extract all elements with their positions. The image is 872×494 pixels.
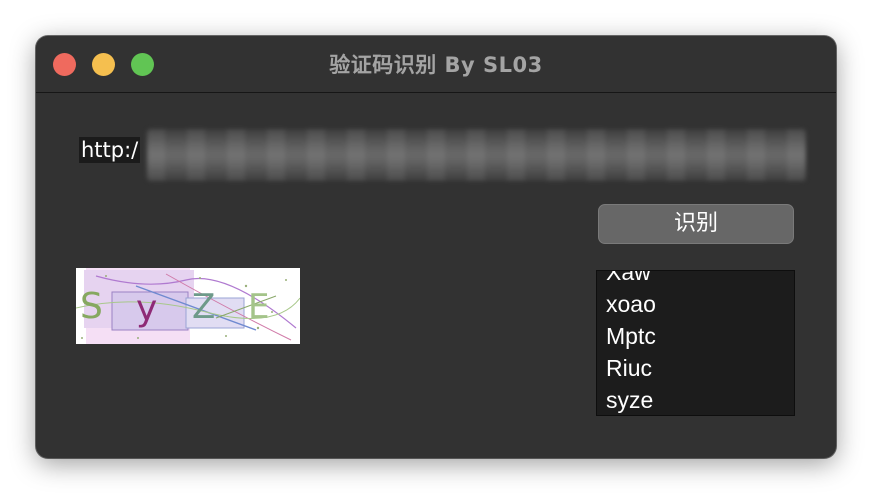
window-title: 验证码识别 By SL03 bbox=[329, 53, 543, 77]
list-item[interactable]: Mptc bbox=[606, 320, 656, 352]
list-item[interactable]: Riuc bbox=[606, 352, 656, 384]
list-item[interactable]: Xaw bbox=[606, 271, 656, 288]
svg-text:y: y bbox=[136, 288, 157, 329]
captcha-image: S y Z E bbox=[76, 268, 300, 344]
svg-text:E: E bbox=[248, 287, 269, 327]
url-visible-text: http:/ bbox=[79, 137, 141, 163]
svg-text:Z: Z bbox=[192, 287, 215, 327]
result-list[interactable]: Xaw xoao Mptc Riuc syze bbox=[596, 270, 795, 416]
url-blurred-part bbox=[147, 129, 806, 181]
svg-text:S: S bbox=[80, 286, 103, 327]
url-input[interactable]: http:/ bbox=[79, 129, 806, 181]
app-window: 验证码识别 By SL03 http:/ 识别 S y Z E Xaw xoao… bbox=[36, 36, 836, 458]
list-item[interactable]: syze bbox=[606, 384, 656, 415]
captcha-picture: S y Z E bbox=[76, 268, 300, 344]
list-item[interactable]: xoao bbox=[606, 288, 656, 320]
title-bar: 验证码识别 By SL03 bbox=[36, 36, 836, 93]
recognize-button[interactable]: 识别 bbox=[598, 204, 794, 244]
